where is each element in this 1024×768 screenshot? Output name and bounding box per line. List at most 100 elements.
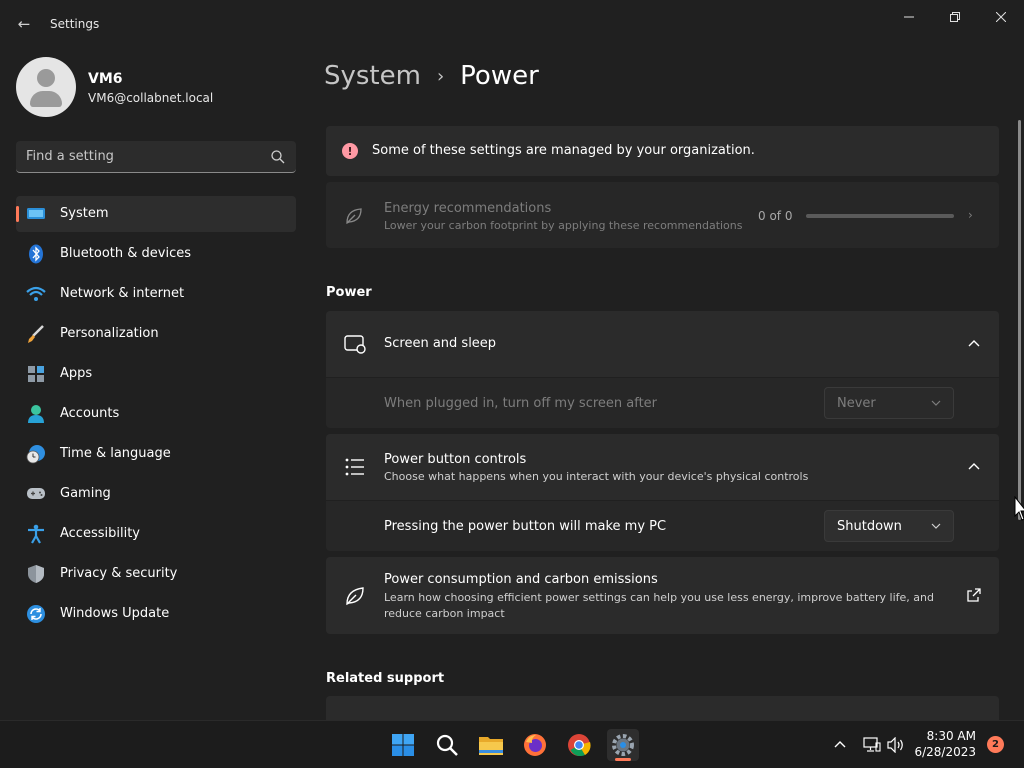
open-external-icon[interactable] bbox=[966, 587, 982, 603]
notification-badge[interactable]: 2 bbox=[987, 736, 1004, 753]
avatar bbox=[16, 57, 76, 117]
chevron-down-icon bbox=[931, 400, 941, 406]
back-arrow-icon: ← bbox=[17, 15, 31, 33]
power-button-subtitle: Choose what happens when you interact wi… bbox=[384, 470, 809, 483]
search-icon[interactable] bbox=[270, 149, 286, 165]
volume-icon bbox=[887, 737, 903, 753]
related-support-card[interactable] bbox=[326, 696, 999, 720]
sidebar-item-personalization[interactable]: Personalization bbox=[16, 316, 296, 352]
file-explorer-button[interactable] bbox=[475, 729, 507, 761]
energy-subtitle: Lower your carbon footprint by applying … bbox=[384, 219, 743, 232]
power-button-label: Pressing the power button will make my P… bbox=[384, 519, 667, 534]
chrome-button[interactable] bbox=[563, 729, 595, 761]
active-app-indicator bbox=[615, 758, 631, 761]
sidebar-item-label: Privacy & security bbox=[60, 566, 178, 581]
power-button-row: Pressing the power button will make my P… bbox=[326, 501, 999, 551]
sidebar-item-accessibility[interactable]: Accessibility bbox=[16, 516, 296, 552]
screen-sleep-expander[interactable]: Screen and sleep bbox=[326, 311, 999, 377]
energy-count: 0 of 0 bbox=[758, 209, 793, 223]
clock-globe-icon bbox=[26, 444, 46, 464]
show-hidden-icons-button[interactable] bbox=[830, 735, 850, 755]
sidebar-item-label: Windows Update bbox=[60, 606, 170, 621]
power-button-dropdown[interactable]: Shutdown bbox=[824, 510, 954, 542]
org-managed-banner: ! Some of these settings are managed by … bbox=[326, 126, 999, 176]
close-icon bbox=[996, 12, 1006, 22]
sidebar-item-label: Accessibility bbox=[60, 526, 140, 541]
dropdown-value: Shutdown bbox=[837, 519, 902, 534]
screen-off-label: When plugged in, turn off my screen afte… bbox=[384, 396, 658, 411]
sidebar-item-label: Time & language bbox=[60, 446, 171, 461]
scrollbar-thumb[interactable] bbox=[1018, 120, 1021, 520]
maximize-button[interactable] bbox=[932, 4, 978, 30]
chevron-up-icon bbox=[834, 741, 846, 748]
sidebar-item-privacy[interactable]: Privacy & security bbox=[16, 556, 296, 592]
sidebar-item-time-language[interactable]: Time & language bbox=[16, 436, 296, 472]
app-title: Settings bbox=[50, 17, 100, 31]
search-input[interactable] bbox=[26, 141, 266, 172]
breadcrumb-parent[interactable]: System bbox=[324, 61, 421, 91]
firefox-icon bbox=[524, 734, 546, 756]
settings-icon bbox=[612, 734, 634, 756]
apps-icon bbox=[26, 364, 46, 384]
profile-email: VM6@collabnet.local bbox=[88, 91, 214, 105]
sidebar-item-label: Personalization bbox=[60, 326, 159, 341]
file-explorer-icon bbox=[479, 737, 503, 755]
power-button-expander[interactable]: Power button controls Choose what happen… bbox=[326, 434, 999, 500]
system-icon bbox=[26, 204, 46, 224]
section-title-related-support: Related support bbox=[326, 671, 445, 686]
search-box bbox=[16, 141, 296, 173]
start-button[interactable] bbox=[387, 729, 419, 761]
sidebar-item-network[interactable]: Network & internet bbox=[16, 276, 296, 312]
settings-taskbar-button[interactable] bbox=[607, 729, 639, 761]
energy-progress-bar bbox=[806, 214, 954, 218]
search-icon bbox=[436, 734, 458, 756]
network-icon bbox=[863, 737, 881, 752]
breadcrumb: System › Power bbox=[324, 58, 539, 94]
sidebar-item-label: Gaming bbox=[60, 486, 111, 501]
wifi-icon bbox=[26, 284, 46, 304]
screen-off-dropdown[interactable]: Never bbox=[824, 387, 954, 419]
sidebar-item-gaming[interactable]: Gaming bbox=[16, 476, 296, 512]
bluetooth-icon bbox=[26, 244, 46, 264]
profile-name: VM6 bbox=[88, 71, 123, 87]
sidebar-item-label: Apps bbox=[60, 366, 93, 381]
taskbar-search-button[interactable] bbox=[431, 729, 463, 761]
start-icon bbox=[392, 734, 414, 756]
sidebar-item-accounts[interactable]: Accounts bbox=[16, 396, 296, 432]
back-button[interactable]: ← bbox=[12, 12, 36, 36]
sidebar-item-bluetooth[interactable]: Bluetooth & devices bbox=[16, 236, 296, 272]
firefox-button[interactable] bbox=[519, 729, 551, 761]
taskbar-clock-date[interactable]: 6/28/2023 bbox=[906, 745, 976, 759]
taskbar bbox=[0, 720, 1024, 768]
info-icon: ! bbox=[342, 143, 358, 159]
power-consumption-title: Power consumption and carbon emissions bbox=[384, 572, 658, 587]
chevron-up-icon[interactable] bbox=[966, 459, 982, 475]
screen-sleep-title: Screen and sleep bbox=[384, 336, 497, 351]
power-consumption-subtitle: Learn how choosing efficient power setti… bbox=[384, 591, 934, 620]
power-consumption-card[interactable]: Power consumption and carbon emissions L… bbox=[326, 557, 999, 634]
screen-sleep-icon bbox=[344, 335, 366, 354]
chevron-up-icon[interactable] bbox=[966, 336, 982, 352]
user-profile[interactable]: VM6 VM6@collabnet.local bbox=[16, 57, 296, 117]
sidebar-item-label: Bluetooth & devices bbox=[60, 246, 191, 261]
energy-title: Energy recommendations bbox=[384, 201, 552, 216]
taskbar-clock-time[interactable]: 8:30 AM bbox=[906, 729, 976, 743]
list-settings-icon bbox=[345, 458, 364, 476]
sidebar-item-label: Accounts bbox=[60, 406, 120, 421]
power-button-title: Power button controls bbox=[384, 452, 527, 467]
sidebar-item-system[interactable]: System bbox=[16, 196, 296, 232]
mouse-cursor-icon bbox=[1014, 496, 1024, 521]
sidebar-item-apps[interactable]: Apps bbox=[16, 356, 296, 392]
screen-sleep-row: When plugged in, turn off my screen afte… bbox=[326, 378, 999, 428]
breadcrumb-separator: › bbox=[436, 65, 445, 87]
org-banner-text: Some of these settings are managed by yo… bbox=[372, 143, 755, 158]
minimize-button[interactable] bbox=[886, 4, 932, 30]
close-button[interactable] bbox=[978, 4, 1024, 30]
section-title-power: Power bbox=[326, 285, 372, 300]
sidebar-item-windows-update[interactable]: Windows Update bbox=[16, 596, 296, 632]
accessibility-icon bbox=[26, 524, 46, 544]
leaf-icon bbox=[346, 587, 364, 606]
network-status-button[interactable] bbox=[862, 735, 882, 755]
volume-button[interactable] bbox=[886, 735, 906, 755]
chrome-icon bbox=[568, 734, 591, 757]
